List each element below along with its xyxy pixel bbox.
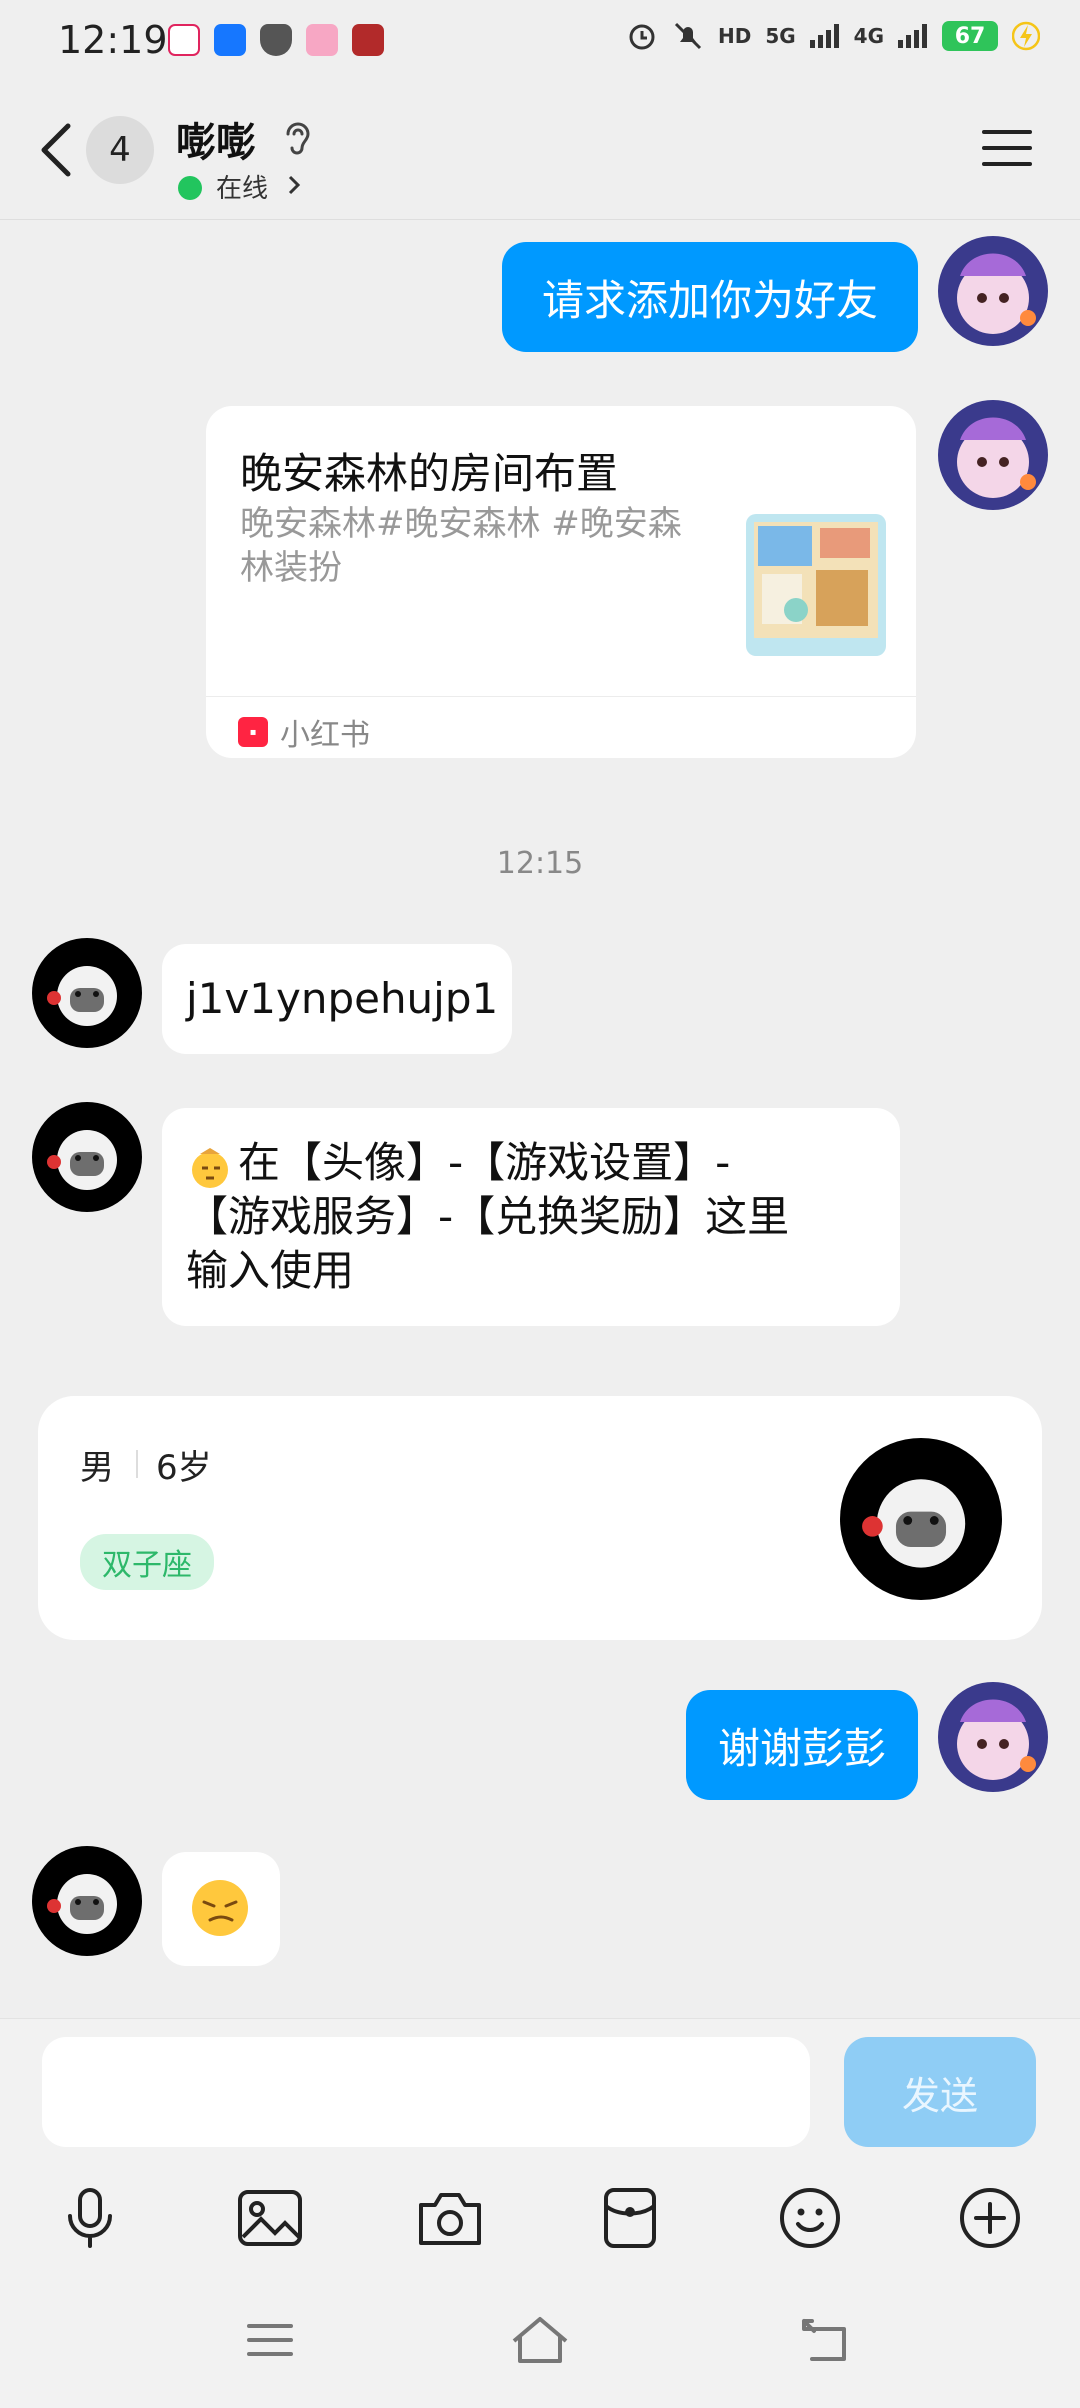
contact-avatar[interactable] (32, 938, 142, 1048)
message-input[interactable] (42, 2037, 810, 2147)
my-avatar[interactable] (938, 400, 1048, 510)
message-text: 在【头像】-【游戏设置】-【游戏服务】-【兑换奖励】这里输入使用 (186, 1138, 790, 1295)
app-notification-icon (168, 24, 200, 56)
message-text: 谢谢彭彭 (717, 1723, 886, 1773)
bilibili-icon (306, 24, 338, 56)
4g-label: 4G (853, 24, 884, 48)
share-thumbnail (746, 514, 886, 656)
contact-avatar[interactable] (32, 1846, 142, 1956)
age-label: 6岁 (156, 1448, 212, 1488)
xiaohongshu-logo-icon: ▪ (238, 717, 268, 747)
shield-icon (260, 24, 292, 56)
charging-icon (1012, 21, 1040, 51)
share-source: ▪ 小红书 (238, 710, 370, 754)
divider (136, 1450, 138, 1478)
my-avatar[interactable] (938, 236, 1048, 346)
message-bubble-outgoing[interactable]: 请求添加你为好友 (502, 242, 918, 352)
signal-icon (809, 24, 839, 48)
my-avatar[interactable] (938, 1682, 1048, 1792)
emoji-icon[interactable] (774, 2182, 846, 2254)
unread-count-badge[interactable]: 4 (86, 116, 154, 184)
message-bubble-incoming[interactable]: 在【头像】-【游戏设置】-【游戏服务】-【兑换奖励】这里输入使用 (162, 1108, 900, 1326)
back-nav-icon[interactable] (794, 2310, 854, 2370)
menu-icon[interactable] (982, 130, 1032, 170)
message-timestamp: 12:15 (496, 846, 584, 881)
alarm-icon (629, 24, 655, 50)
system-nav-bar (0, 2268, 1080, 2408)
chevron-right-icon[interactable] (286, 174, 302, 196)
message-bubble-incoming[interactable]: j1v1ynpehujp1 (162, 944, 512, 1054)
share-card[interactable]: 晚安森林的房间布置 晚安森林#晚安森林 #晚安森林装扮 ▪ 小红书 (206, 406, 916, 758)
back-arrow-icon[interactable] (36, 120, 76, 180)
send-button[interactable]: 发送 (844, 2037, 1036, 2147)
mute-icon (674, 22, 702, 50)
message-bubble-outgoing[interactable]: 谢谢彭彭 (686, 1690, 918, 1800)
notification-icons (168, 24, 384, 56)
share-title: 晚安森林的房间布置 (240, 449, 619, 498)
online-status-dot (178, 176, 202, 200)
online-status-text[interactable]: 在线 (216, 168, 268, 205)
message-text: 请求添加你为好友 (541, 275, 878, 325)
message-bubble-incoming[interactable] (162, 1852, 280, 1966)
chat-header: 4 嘭嘭 在线 (0, 84, 1080, 220)
ear-icon[interactable] (280, 118, 314, 158)
camera-icon[interactable] (414, 2182, 486, 2254)
app-red-icon (352, 24, 384, 56)
menu-nav-icon[interactable] (240, 2310, 300, 2370)
profile-card[interactable]: 男 6岁 双子座 (38, 1396, 1042, 1640)
share-source-text: 小红书 (280, 718, 370, 753)
home-icon[interactable] (510, 2310, 570, 2370)
image-icon[interactable] (234, 2182, 306, 2254)
hd-label: HD (717, 24, 752, 48)
alipay-icon (214, 24, 246, 56)
input-bar: 发送 (0, 2018, 1080, 2160)
signal-icon-2 (898, 24, 927, 48)
5g-label: 5G (765, 24, 796, 48)
microphone-icon[interactable] (54, 2182, 126, 2254)
battery-indicator: 67 (942, 21, 998, 51)
gender-label: 男 (80, 1448, 114, 1488)
contact-name[interactable]: 嘭嘭 (176, 110, 256, 168)
status-right: HD 5G 4G 67 (626, 20, 1040, 52)
share-divider (206, 696, 916, 697)
status-time: 12:19 (58, 18, 168, 62)
zodiac-tag: 双子座 (80, 1534, 214, 1590)
profile-avatar[interactable] (840, 1438, 1002, 1600)
red-packet-icon[interactable] (594, 2182, 666, 2254)
plus-icon[interactable] (954, 2182, 1026, 2254)
smirk-emoji-icon (192, 1880, 248, 1936)
message-text: j1v1ynpehujp1 (186, 974, 499, 1023)
contact-avatar[interactable] (32, 1102, 142, 1212)
input-toolbar (0, 2160, 1080, 2268)
share-description: 晚安森林#晚安森林 #晚安森林装扮 (240, 504, 682, 588)
status-bar: 12:19 HD 5G 4G 67 (0, 0, 1080, 84)
